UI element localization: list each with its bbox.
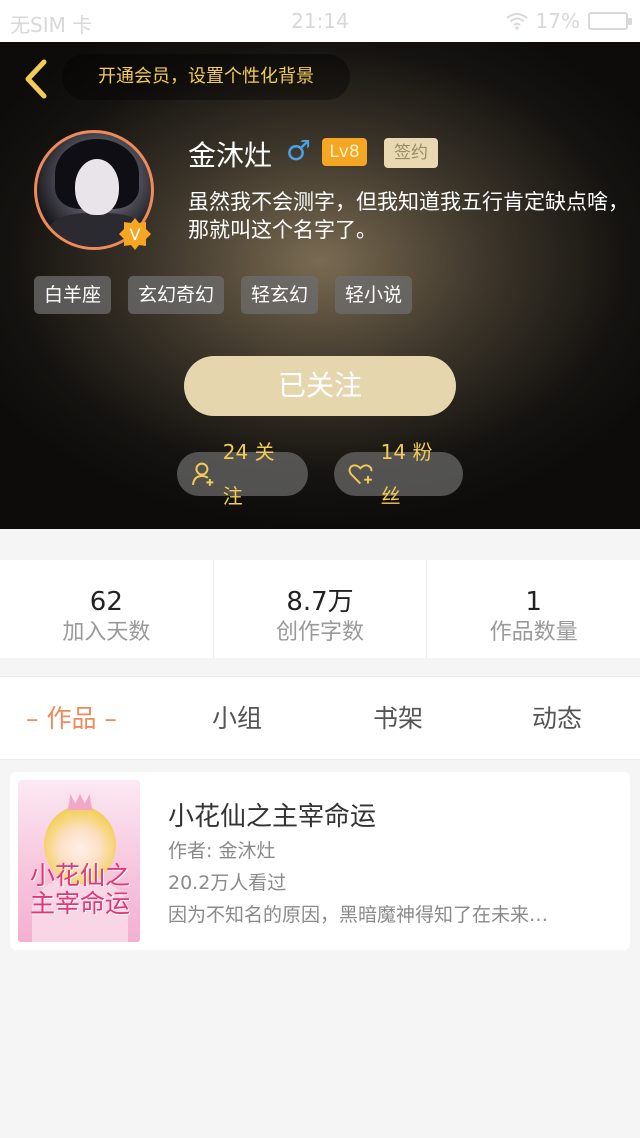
tab-activity[interactable]: 动态: [532, 677, 582, 761]
svg-text:V: V: [130, 225, 141, 244]
male-gender-icon: ♂: [286, 134, 312, 167]
book-author: 作者: 金沐灶: [168, 840, 276, 862]
follow-button[interactable]: 已关注: [184, 356, 456, 416]
stat-value: 1: [525, 587, 542, 617]
battery-icon: [588, 12, 632, 30]
tab-bookshelf[interactable]: 书架: [373, 677, 423, 761]
signed-author-badge: 签约: [384, 138, 438, 168]
book-description: 因为不知名的原因，黑暗魔神得知了在未来…: [168, 904, 549, 926]
vip-background-prompt[interactable]: 开通会员，设置个性化背景: [62, 54, 350, 100]
heart-add-icon: [348, 464, 373, 485]
person-add-icon: [191, 462, 214, 486]
tag-list: 白羊座 玄幻奇幻 轻玄幻 轻小说: [34, 276, 413, 314]
tab-works[interactable]: – 作品 –: [26, 677, 117, 761]
fans-count: 14 粉丝: [380, 440, 433, 508]
book-cover-title: 小花仙之主宰命运: [29, 861, 130, 918]
verified-v-icon: V: [119, 218, 151, 250]
work-list-item[interactable]: 小花仙之主宰命运 小花仙之主宰命运 作者: 金沐灶 20.2万人看过 因为不知名…: [10, 772, 630, 950]
tag-item[interactable]: 轻玄幻: [241, 276, 319, 314]
stat-label: 加入天数: [62, 620, 151, 645]
wifi-icon: [505, 13, 528, 30]
stats-row: 62 加入天数 8.7万 创作字数 1 作品数量: [0, 560, 640, 658]
tag-item[interactable]: 玄幻奇幻: [128, 276, 225, 314]
following-count: 24 关注: [222, 440, 275, 508]
status-indicators: 17%: [505, 9, 632, 33]
profile-tabs: – 作品 – 小组 书架 动态: [0, 676, 640, 760]
profile-header: 开通会员，设置个性化背景 V 金沐灶 ♂ Lv8 签约 虽然我不会测字，但我知道…: [0, 42, 640, 529]
fans-count-button[interactable]: 14 粉丝: [334, 440, 463, 508]
level-badge: Lv8: [322, 138, 367, 166]
stat-join-days: 62 加入天数: [0, 560, 214, 658]
stat-word-count: 8.7万 创作字数: [214, 560, 428, 658]
user-name: 金沐灶: [188, 139, 273, 172]
stat-value: 62: [89, 587, 123, 617]
tag-item[interactable]: 白羊座: [34, 276, 112, 314]
tab-groups[interactable]: 小组: [212, 677, 262, 761]
status-bar: 无SIM 卡 21:14 17%: [0, 0, 640, 42]
battery-percent: 17%: [535, 9, 580, 33]
stat-value: 8.7万: [286, 587, 354, 617]
stat-label: 创作字数: [276, 620, 365, 645]
tag-item[interactable]: 轻小说: [335, 276, 413, 314]
user-bio: 虽然我不会测字，但我知道我五行肯定缺点啥，那就叫这个名字了。: [188, 190, 629, 242]
stat-works-count: 1 作品数量: [427, 560, 640, 658]
back-chevron-icon[interactable]: [18, 56, 58, 102]
following-count-button[interactable]: 24 关注: [177, 440, 308, 508]
book-views: 20.2万人看过: [168, 872, 287, 894]
stat-label: 作品数量: [489, 620, 578, 645]
book-title[interactable]: 小花仙之主宰命运: [168, 796, 376, 833]
book-cover[interactable]: 小花仙之主宰命运: [18, 780, 140, 942]
